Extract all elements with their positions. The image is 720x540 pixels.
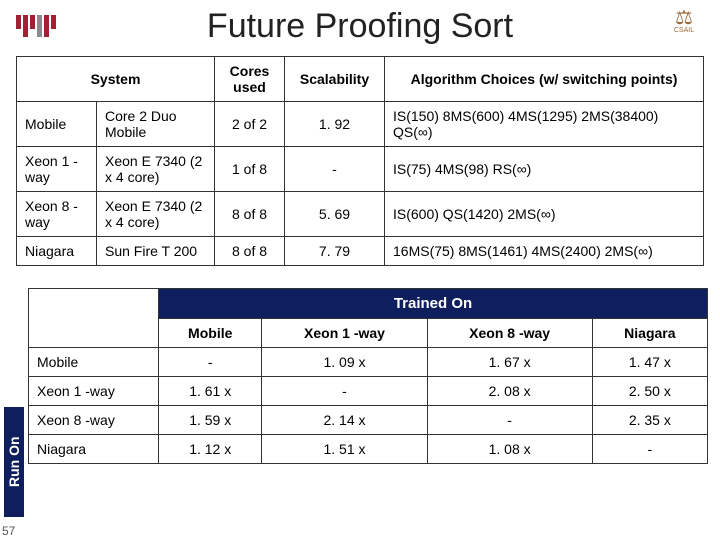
cell-val: 1. 59 x — [159, 406, 262, 435]
page-title: Future Proofing Sort — [56, 7, 664, 46]
th-cores: Cores used — [215, 57, 285, 102]
cell-val: 2. 14 x — [262, 406, 427, 435]
cell-val: 1. 47 x — [592, 348, 707, 377]
cell-val: - — [262, 377, 427, 406]
cell-cores: 1 of 8 — [215, 147, 285, 192]
mit-logo-icon — [16, 15, 56, 37]
row-name: Xeon 8 -way — [29, 406, 159, 435]
cross-train-table-wrap: Trained On Mobile Xeon 1 -way Xeon 8 -wa… — [28, 288, 720, 464]
cell-proc: Core 2 Duo Mobile — [97, 102, 215, 147]
cell-val: - — [427, 406, 592, 435]
cell-val: 1. 12 x — [159, 435, 262, 464]
cell-sys: Xeon 1 -way — [17, 147, 97, 192]
cell-scal: 7. 79 — [285, 237, 385, 266]
cell-scal: 5. 69 — [285, 192, 385, 237]
table-row: Xeon 8 -way Xeon E 7340 (2 x 4 core) 8 o… — [17, 192, 704, 237]
cell-algo: IS(600) QS(1420) 2MS(∞) — [385, 192, 704, 237]
cell-sys: Xeon 8 -way — [17, 192, 97, 237]
th-col: Niagara — [592, 319, 707, 348]
slide-header: Future Proofing Sort ⚖ CSAIL — [0, 0, 720, 48]
cell-val: 1. 67 x — [427, 348, 592, 377]
trained-on-header: Trained On — [159, 289, 708, 319]
th-system: System — [17, 57, 215, 102]
table-row: Xeon 8 -way 1. 59 x 2. 14 x - 2. 35 x — [29, 406, 708, 435]
th-col: Xeon 1 -way — [262, 319, 427, 348]
th-algo: Algorithm Choices (w/ switching points) — [385, 57, 704, 102]
cell-proc: Xeon E 7340 (2 x 4 core) — [97, 192, 215, 237]
systems-table: System Cores used Scalability Algorithm … — [16, 56, 704, 266]
table-row: Xeon 1 -way Xeon E 7340 (2 x 4 core) 1 o… — [17, 147, 704, 192]
row-name: Niagara — [29, 435, 159, 464]
cross-train-table: Trained On Mobile Xeon 1 -way Xeon 8 -wa… — [28, 288, 708, 464]
systems-table-wrap: System Cores used Scalability Algorithm … — [16, 56, 704, 266]
cell-algo: IS(75) 4MS(98) RS(∞) — [385, 147, 704, 192]
slide-number: 57 — [2, 524, 15, 538]
cell-val: - — [159, 348, 262, 377]
row-name: Mobile — [29, 348, 159, 377]
cell-val: - — [592, 435, 707, 464]
th-scalability: Scalability — [285, 57, 385, 102]
table-row: Mobile Core 2 Duo Mobile 2 of 2 1. 92 IS… — [17, 102, 704, 147]
cell-val: 1. 61 x — [159, 377, 262, 406]
cell-sys: Niagara — [17, 237, 97, 266]
corner-cell — [29, 289, 159, 348]
cell-proc: Xeon E 7340 (2 x 4 core) — [97, 147, 215, 192]
table-row: Niagara 1. 12 x 1. 51 x 1. 08 x - — [29, 435, 708, 464]
cell-val: 1. 51 x — [262, 435, 427, 464]
cell-val: 1. 08 x — [427, 435, 592, 464]
cell-algo: IS(150) 8MS(600) 4MS(1295) 2MS(38400) QS… — [385, 102, 704, 147]
cell-proc: Sun Fire T 200 — [97, 237, 215, 266]
cell-cores: 8 of 8 — [215, 237, 285, 266]
table-row: Niagara Sun Fire T 200 8 of 8 7. 79 16MS… — [17, 237, 704, 266]
cell-val: 1. 09 x — [262, 348, 427, 377]
th-col: Mobile — [159, 319, 262, 348]
row-name: Xeon 1 -way — [29, 377, 159, 406]
cell-cores: 2 of 2 — [215, 102, 285, 147]
cell-val: 2. 08 x — [427, 377, 592, 406]
csail-logo-icon: ⚖ CSAIL — [664, 9, 704, 43]
table-row: Xeon 1 -way 1. 61 x - 2. 08 x 2. 50 x — [29, 377, 708, 406]
cell-cores: 8 of 8 — [215, 192, 285, 237]
run-on-label: Run On — [4, 407, 24, 517]
cell-sys: Mobile — [17, 102, 97, 147]
cell-scal: - — [285, 147, 385, 192]
cell-val: 2. 35 x — [592, 406, 707, 435]
cell-val: 2. 50 x — [592, 377, 707, 406]
table-row: Mobile - 1. 09 x 1. 67 x 1. 47 x — [29, 348, 708, 377]
cell-scal: 1. 92 — [285, 102, 385, 147]
th-col: Xeon 8 -way — [427, 319, 592, 348]
cell-algo: 16MS(75) 8MS(1461) 4MS(2400) 2MS(∞) — [385, 237, 704, 266]
